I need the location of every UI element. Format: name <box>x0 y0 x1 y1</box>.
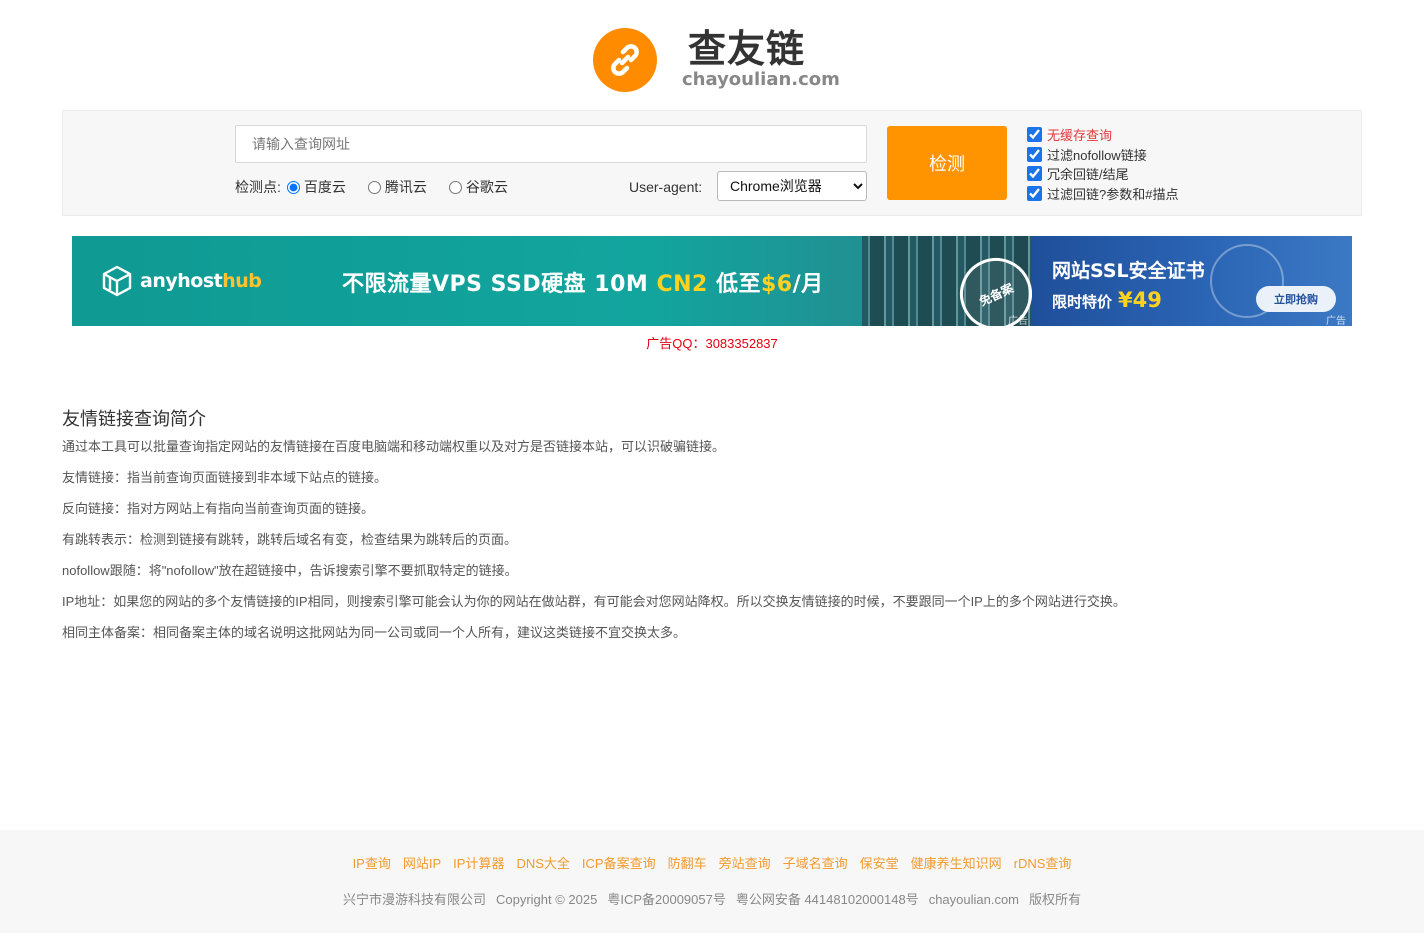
vps-slogan: 不限流量VPS SSD硬盘 10M CN2 低至$6/月 <box>342 266 824 298</box>
footer-link-ip-lookup[interactable]: IP查询 <box>353 856 391 872</box>
node-radio-input[interactable] <box>286 180 300 194</box>
option-filter-params[interactable]: 过滤回链?参数和#描点 <box>1027 184 1178 204</box>
slogan-part: /月 <box>792 272 824 297</box>
company-name: 兴宁市漫游科技有限公司 <box>342 892 486 907</box>
footer-link-dns[interactable]: DNS大全 <box>516 856 569 872</box>
option-label: 冗余回链/结尾 <box>1047 167 1129 183</box>
footer-link-anti-fraud[interactable]: 防翻车 <box>668 856 707 872</box>
buy-now-button[interactable]: 立即抢购 <box>1256 286 1336 312</box>
footer-link-ip-calculator[interactable]: IP计算器 <box>453 856 504 872</box>
intro-paragraph: 友情链接：指当前查询页面链接到非本域下站点的链接。 <box>62 470 388 485</box>
option-redundant-backlink[interactable]: 冗余回链/结尾 <box>1027 164 1178 184</box>
intro-paragraph: 通过本工具可以批量查询指定网站的友情链接在百度电脑端和移动端权重以及对方是否链接… <box>62 439 726 454</box>
node-radio-label: 百度云 <box>303 179 346 195</box>
node-radio-baidu[interactable]: 百度云 <box>286 177 346 197</box>
options-list: 无缓存查询 过滤nofollow链接 冗余回链/结尾 过滤回链?参数和#描点 <box>1027 125 1178 203</box>
ssl-price-label: 限时特价 <box>1052 293 1113 311</box>
url-input[interactable] <box>235 125 867 163</box>
node-radio-input[interactable] <box>367 180 381 194</box>
checkbox[interactable] <box>1027 166 1042 182</box>
ssl-price: 限时特价 ¥49 <box>1052 288 1162 312</box>
node-selector: 检测点: 百度云 腾讯云 谷歌云 <box>235 177 530 197</box>
site-header: 查友链 chayoulian.com <box>0 26 1424 96</box>
police-record[interactable]: 粤公网安备 44148102000148号 <box>736 892 919 908</box>
intro-paragraph: IP地址：如果您的网站的多个友情链接的IP相同，则搜索引擎可能会认为你的网站在做… <box>62 594 1126 609</box>
slogan-highlight: CN2 <box>656 272 708 297</box>
user-agent-select[interactable]: Chrome浏览器 <box>717 171 867 201</box>
ad-tag: 广告 <box>1008 316 1028 326</box>
footer-link-icp[interactable]: ICP备案查询 <box>582 856 656 872</box>
checkbox[interactable] <box>1027 185 1042 201</box>
option-label: 过滤回链?参数和#描点 <box>1047 186 1179 202</box>
footer-copyright: 兴宁市漫游科技有限公司 Copyright © 2025 粤ICP备200090… <box>0 892 1424 908</box>
ad-contact: 广告QQ：3083352837 <box>646 336 778 351</box>
anyhosthub-logo: anyhosthub <box>100 264 262 298</box>
footer-links: IP查询 网站IP IP计算器 DNS大全 ICP备案查询 防翻车 旁站查询 子… <box>0 856 1424 872</box>
footer-link-subdomain[interactable]: 子域名查询 <box>783 856 848 872</box>
ssl-ad[interactable]: 网站SSL安全证书 限时特价 ¥49 立即抢购 广告 <box>1032 236 1352 326</box>
ad-tag: 广告 <box>1326 316 1346 326</box>
checkbox[interactable] <box>1027 127 1042 143</box>
intro-heading: 友情链接查询简介 <box>62 409 206 429</box>
slogan-part: 不限流量VPS SSD硬盘 10M <box>342 272 657 297</box>
rights-text: 版权所有 <box>1029 892 1082 907</box>
node-radio-google[interactable]: 谷歌云 <box>448 177 508 197</box>
intro-paragraph: 反向链接：指对方网站上有指向当前查询页面的链接。 <box>62 501 375 516</box>
option-label: 无缓存查询 <box>1047 128 1113 144</box>
footer-link-baoantang[interactable]: 保安堂 <box>860 856 899 872</box>
copyright-text: Copyright © 2025 <box>495 892 598 907</box>
intro-paragraph: nofollow跟随：将"nofollow"放在超链接中，告诉搜索引擎不要抓取特… <box>62 563 518 578</box>
site-domain-footer: chayoulian.com <box>928 892 1020 907</box>
option-label: 过滤nofollow链接 <box>1047 147 1147 163</box>
ssl-price-value: ¥49 <box>1118 288 1162 312</box>
node-label: 检测点: <box>235 179 281 195</box>
footer-link-site-ip[interactable]: 网站IP <box>403 856 441 872</box>
option-no-cache[interactable]: 无缓存查询 <box>1027 125 1178 145</box>
site-title[interactable]: 查友链 <box>688 26 805 72</box>
cube-icon <box>102 265 132 297</box>
node-radio-tencent[interactable]: 腾讯云 <box>367 177 427 197</box>
vps-ad[interactable]: anyhosthub 不限流量VPS SSD硬盘 10M CN2 低至$6/月 … <box>72 236 1044 326</box>
node-radio-input[interactable] <box>448 180 462 194</box>
checkbox[interactable] <box>1027 146 1042 162</box>
intro-paragraph: 有跳转表示：检测到链接有跳转，跳转后域名有变，检查结果为跳转后的页面。 <box>62 532 518 547</box>
slogan-highlight: $6 <box>761 272 793 297</box>
anyhosthub-accent: hub <box>222 270 262 292</box>
node-radio-label: 腾讯云 <box>384 179 427 195</box>
node-radio-label: 谷歌云 <box>465 179 508 195</box>
footer-link-health[interactable]: 健康养生知识网 <box>911 856 1002 872</box>
intro-paragraph: 相同主体备案：相同备案主体的域名说明这批网站为同一公司或同一个人所有，建议这类链… <box>62 625 687 640</box>
search-panel: 检测点: 百度云 腾讯云 谷歌云 User-agent: Chrome浏览器 检… <box>62 110 1362 216</box>
ad-banner[interactable]: anyhosthub 不限流量VPS SSD硬盘 10M CN2 低至$6/月 … <box>72 236 1352 326</box>
slogan-part: 低至 <box>707 272 761 297</box>
option-filter-nofollow[interactable]: 过滤nofollow链接 <box>1027 145 1178 165</box>
check-button[interactable]: 检测 <box>887 126 1007 200</box>
site-domain: chayoulian.com <box>682 69 840 90</box>
anyhosthub-main: anyhost <box>140 270 223 292</box>
ssl-title: 网站SSL安全证书 <box>1052 260 1205 282</box>
footer-link-sibling-sites[interactable]: 旁站查询 <box>719 856 771 872</box>
link-icon[interactable] <box>593 28 657 92</box>
footer: IP查询 网站IP IP计算器 DNS大全 ICP备案查询 防翻车 旁站查询 子… <box>0 830 1424 933</box>
icp-number[interactable]: 粤ICP备20009057号 <box>607 892 726 908</box>
footer-link-rdns[interactable]: rDNS查询 <box>1014 856 1072 872</box>
intro-section: 友情链接查询简介 通过本工具可以批量查询指定网站的友情链接在百度电脑端和移动端权… <box>62 406 1362 655</box>
user-agent-label: User-agent: <box>629 179 703 195</box>
